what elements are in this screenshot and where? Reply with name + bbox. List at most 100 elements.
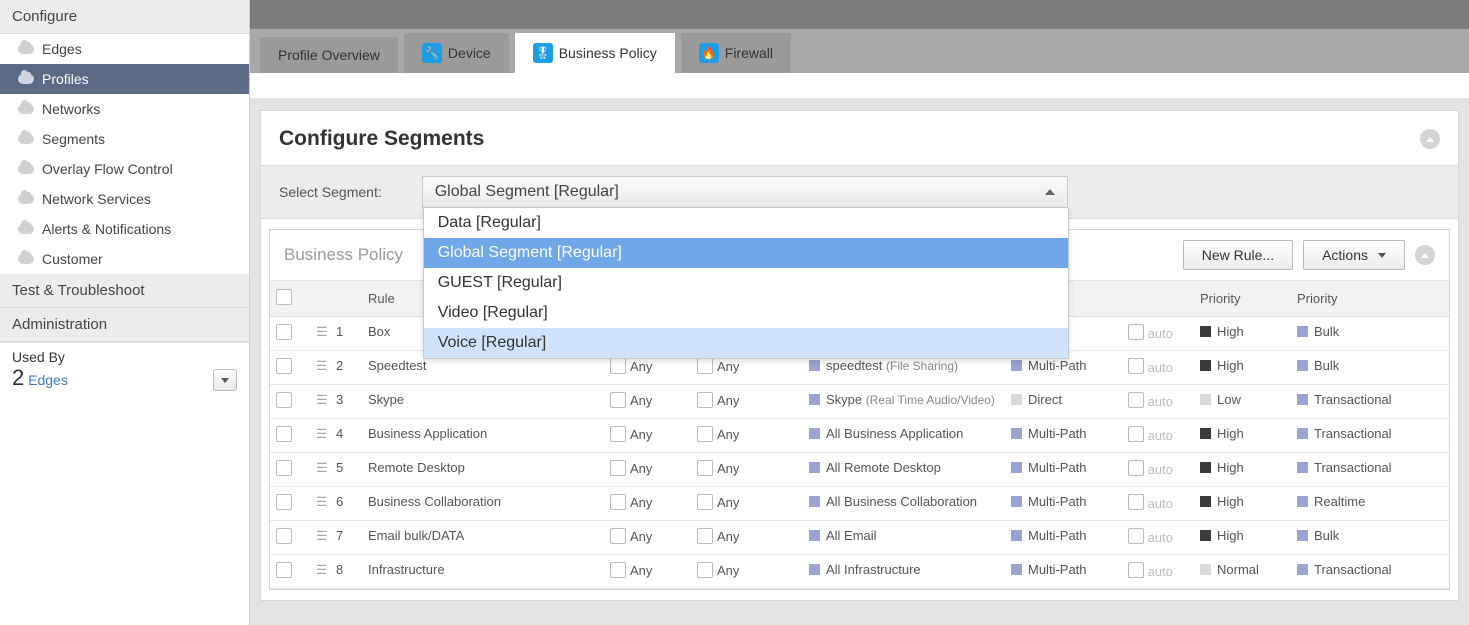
used-by-link[interactable]: Edges xyxy=(28,372,68,388)
sidebar-item-networks[interactable]: Networks xyxy=(0,94,249,124)
section-admin[interactable]: Administration xyxy=(0,308,249,342)
row-checkbox[interactable] xyxy=(276,460,292,476)
drag-handle-icon[interactable]: ☰ xyxy=(316,426,326,441)
application-cell: All Business Collaboration xyxy=(803,487,1005,521)
main-area: Profile Overview🔧Device🎖Business Policy🔥… xyxy=(250,0,1469,625)
new-rule-button[interactable]: New Rule... xyxy=(1183,240,1293,270)
row-checkbox[interactable] xyxy=(276,494,292,510)
sidebar-item-segments[interactable]: Segments xyxy=(0,124,249,154)
segment-combobox[interactable]: Global Segment [Regular] Data [Regular]G… xyxy=(422,176,1068,208)
app-color-icon xyxy=(809,462,820,473)
row-checkbox[interactable] xyxy=(276,562,292,578)
drag-handle-icon[interactable]: ☰ xyxy=(316,392,326,407)
segment-option[interactable]: GUEST [Regular] xyxy=(424,268,1068,298)
source-any[interactable]: Any xyxy=(610,426,652,442)
auto-cell: auto xyxy=(1122,453,1194,487)
row-checkbox[interactable] xyxy=(276,528,292,544)
actions-button[interactable]: Actions xyxy=(1303,240,1405,270)
dest-any[interactable]: Any xyxy=(697,426,739,442)
drag-handle-icon[interactable]: ☰ xyxy=(316,324,326,339)
dest-any[interactable]: Any xyxy=(697,562,739,578)
rule-name: Infrastructure xyxy=(362,555,604,589)
link-cell: Multi-Path xyxy=(1005,419,1122,453)
col-priority[interactable]: Priority xyxy=(1194,281,1291,317)
segment-option[interactable]: Data [Regular] xyxy=(424,208,1068,238)
priority-color-icon xyxy=(1297,326,1308,337)
segment-option[interactable]: Video [Regular] xyxy=(424,298,1068,328)
source-any[interactable]: Any xyxy=(610,494,652,510)
drag-handle-icon[interactable]: ☰ xyxy=(316,562,326,577)
segment-option[interactable]: Global Segment [Regular] xyxy=(424,238,1068,268)
app-color-icon xyxy=(809,530,820,541)
segment-selected-value: Global Segment [Regular] xyxy=(435,183,619,201)
segment-option[interactable]: Voice [Regular] xyxy=(424,328,1068,358)
source-any[interactable]: Any xyxy=(610,562,652,578)
row-checkbox[interactable] xyxy=(276,358,292,374)
row-checkbox[interactable] xyxy=(276,324,292,340)
drag-handle-icon[interactable]: ☰ xyxy=(316,494,326,509)
sidebar-item-network-services[interactable]: Network Services xyxy=(0,184,249,214)
flame-icon: 🔥 xyxy=(699,43,719,63)
dest-any[interactable]: Any xyxy=(697,494,739,510)
row-checkbox[interactable] xyxy=(276,392,292,408)
sidebar-item-customer[interactable]: Customer xyxy=(0,244,249,274)
priority-color-icon xyxy=(1200,428,1211,439)
source-any[interactable]: Any xyxy=(610,528,652,544)
priority1-cell: High xyxy=(1194,317,1291,351)
auto-cell: auto xyxy=(1122,351,1194,385)
configure-segments-card: Configure Segments Select Segment: Globa… xyxy=(260,110,1459,601)
link-color-icon xyxy=(1011,564,1022,575)
source-any[interactable]: Any xyxy=(610,460,652,476)
drag-handle-icon[interactable]: ☰ xyxy=(316,528,326,543)
priority1-cell: High xyxy=(1194,351,1291,385)
table-row[interactable]: ☰ 7Email bulk/DATAAnyAnyAll Email Multi-… xyxy=(270,521,1449,555)
tab-business-policy[interactable]: 🎖Business Policy xyxy=(515,33,675,73)
source-any[interactable]: Any xyxy=(610,358,652,374)
priority-color-icon xyxy=(1200,360,1211,371)
col-priority2[interactable]: Priority xyxy=(1291,281,1449,317)
priority-color-icon xyxy=(1200,496,1211,507)
collapse-button[interactable] xyxy=(1420,129,1440,149)
table-row[interactable]: ☰ 5Remote DesktopAnyAnyAll Remote Deskto… xyxy=(270,453,1449,487)
tab-device[interactable]: 🔧Device xyxy=(404,33,509,73)
cloud-icon xyxy=(18,164,34,174)
section-configure[interactable]: Configure xyxy=(0,0,249,34)
section-test[interactable]: Test & Troubleshoot xyxy=(0,274,249,308)
used-by-dropdown-button[interactable] xyxy=(213,369,237,391)
dest-any[interactable]: Any xyxy=(697,392,739,408)
sidebar-item-label: Customer xyxy=(42,251,103,267)
tab-label: Firewall xyxy=(725,45,773,61)
row-checkbox[interactable] xyxy=(276,426,292,442)
tab-firewall[interactable]: 🔥 Firewall xyxy=(681,33,791,73)
rule-name: Remote Desktop xyxy=(362,453,604,487)
topbar-strip xyxy=(250,0,1469,29)
drag-handle-icon[interactable]: ☰ xyxy=(316,358,326,373)
source-any[interactable]: Any xyxy=(610,392,652,408)
link-color-icon xyxy=(1011,462,1022,473)
priority2-cell: Realtime xyxy=(1291,487,1449,521)
row-index: 4 xyxy=(331,426,343,441)
sidebar-item-edges[interactable]: Edges xyxy=(0,34,249,64)
table-row[interactable]: ☰ 6Business CollaborationAnyAnyAll Busin… xyxy=(270,487,1449,521)
dest-any[interactable]: Any xyxy=(697,358,739,374)
priority-color-icon xyxy=(1200,394,1211,405)
dest-any[interactable]: Any xyxy=(697,528,739,544)
priority1-cell: High xyxy=(1194,453,1291,487)
priority-color-icon xyxy=(1200,326,1211,337)
sidebar-item-alerts-notifications[interactable]: Alerts & Notifications xyxy=(0,214,249,244)
dest-any[interactable]: Any xyxy=(697,460,739,476)
used-by-count: 2 xyxy=(12,365,24,390)
table-row[interactable]: ☰ 4Business ApplicationAnyAnyAll Busines… xyxy=(270,419,1449,453)
sidebar-item-profiles[interactable]: Profiles xyxy=(0,64,249,94)
sidebar-item-overlay-flow-control[interactable]: Overlay Flow Control xyxy=(0,154,249,184)
table-row[interactable]: ☰ 3SkypeAnyAnySkype (Real Time Audio/Vid… xyxy=(270,385,1449,419)
priority-color-icon xyxy=(1297,360,1308,371)
tab-profile-overview[interactable]: Profile Overview xyxy=(260,37,398,73)
cloud-icon xyxy=(18,104,34,114)
priority-color-icon xyxy=(1200,564,1211,575)
table-row[interactable]: ☰ 8InfrastructureAnyAnyAll Infrastructur… xyxy=(270,555,1449,589)
select-all-checkbox[interactable] xyxy=(276,289,292,305)
tab-bar: Profile Overview🔧Device🎖Business Policy🔥… xyxy=(250,29,1469,73)
panel-collapse-button[interactable] xyxy=(1415,245,1435,265)
drag-handle-icon[interactable]: ☰ xyxy=(316,460,326,475)
